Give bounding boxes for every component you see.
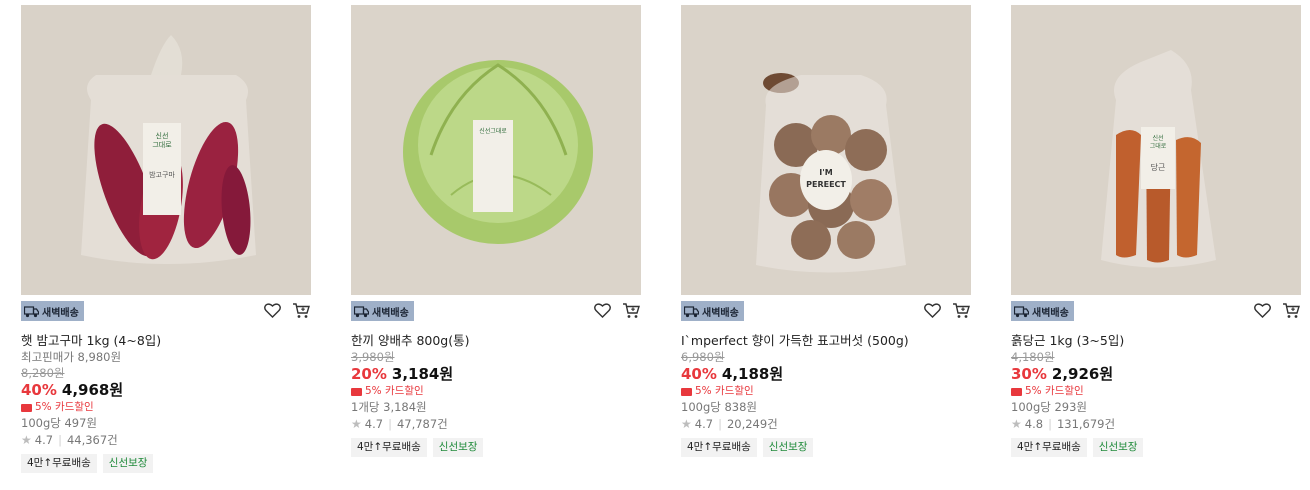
dawn-delivery-label: 새벽배송 [1032,307,1069,319]
divider: | [718,417,722,431]
product-name[interactable]: 흙당근 1kg (3~5입) [1011,332,1303,349]
lowest-price-label: 최고핀매가 8,980원 [21,350,122,364]
fresh-guarantee-tag: 신선보장 [1092,438,1144,457]
review-count: 131,679건 [1056,417,1116,431]
sale-price: 2,926원 [1051,365,1114,383]
product-card[interactable]: 신선 그대로 밤고구마 새벽배송 햇 밤고구마 1kg (4~8입) 최고핀매가… [21,5,313,473]
unit-price: 100g당 293원 [1011,400,1088,414]
original-price: 3,980원 [351,350,395,364]
star-icon: ★ [351,417,362,431]
discount-rate: 40% [21,381,57,399]
discount-rate: 20% [351,365,387,383]
truck-icon [1013,305,1030,318]
label-lettering: 그대로 [1150,142,1167,150]
card-discount: 5% 카드할인 [1025,385,1084,397]
truck-icon [23,305,40,318]
free-shipping-tag: 4만↑무료배송 [351,438,427,457]
star-icon: ★ [1011,417,1022,431]
fresh-guarantee-tag: 신선보장 [102,454,154,473]
heart-icon[interactable] [923,301,942,320]
dawn-delivery-label: 새벽배송 [372,307,409,319]
card-icon [681,387,692,396]
dawn-delivery-label: 새벽배송 [702,307,739,319]
cart-icon[interactable] [1282,301,1301,320]
cart-icon[interactable] [292,301,311,320]
product-grid: 신선 그대로 밤고구마 새벽배송 햇 밤고구마 1kg (4~8입) 최고핀매가… [0,0,1310,490]
heart-icon[interactable] [593,301,612,320]
dawn-delivery-badge: 새벽배송 [681,301,744,321]
label-lettering: 밤고구마 [149,170,175,179]
truck-icon [683,305,700,318]
sale-price: 4,968원 [61,381,124,399]
original-price: 8,280원 [21,366,65,380]
card-icon [1011,387,1022,396]
sale-price: 4,188원 [721,365,784,383]
free-shipping-tag: 4만↑무료배송 [21,454,97,473]
label-lettering: 신선 [156,131,169,140]
review-count: 47,787건 [396,417,448,431]
truck-icon [353,305,370,318]
product-image-sweet-potato[interactable]: 신선 그대로 밤고구마 [21,5,311,295]
rating-value: 4.7 [34,433,54,447]
product-card[interactable]: I'M PEREECT 새벽배송 I`mperfect 향이 가득한 표고버섯 … [681,5,973,457]
divider: | [58,433,62,447]
dawn-delivery-badge: 새벽배송 [1011,301,1074,321]
free-shipping-tag: 4만↑무료배송 [681,438,757,457]
product-name[interactable]: I`mperfect 향이 가득한 표고버섯 (500g) [681,332,973,349]
card-icon [351,387,362,396]
label-lettering: 신선그대로 [479,127,507,135]
rating-value: 4.7 [694,417,714,431]
label-lettering: 신선 [1152,134,1163,142]
dawn-delivery-badge: 새벽배송 [351,301,414,321]
card-discount: 5% 카드할인 [35,401,94,413]
rating-value: 4.8 [1024,417,1044,431]
heart-icon[interactable] [1253,301,1272,320]
product-name[interactable]: 한끼 양배추 800g(통) [351,332,643,349]
fresh-guarantee-tag: 신선보장 [432,438,484,457]
sale-price: 3,184원 [391,365,454,383]
dawn-delivery-label: 새벽배송 [42,307,79,319]
label-lettering: 당근 [1151,162,1166,172]
divider: | [1048,417,1052,431]
original-price: 6,980원 [681,350,725,364]
discount-rate: 30% [1011,365,1047,383]
fresh-guarantee-tag: 신선보장 [762,438,814,457]
free-shipping-tag: 4만↑무료배송 [1011,438,1087,457]
discount-rate: 40% [681,365,717,383]
original-price: 4,180원 [1011,350,1055,364]
product-image-cabbage[interactable]: 신선그대로 [351,5,641,295]
product-image-shiitake[interactable]: I'M PEREECT [681,5,971,295]
card-discount: 5% 카드할인 [695,385,754,397]
product-image-carrot[interactable]: 신선 그대로 당근 [1011,5,1301,295]
label-lettering: PEREECT [806,180,846,189]
product-name[interactable]: 햇 밤고구마 1kg (4~8입) [21,332,313,349]
product-card[interactable]: 신선그대로 새벽배송 한끼 양배추 800g(통) 3,980원 20% 3,1… [351,5,643,457]
label-lettering: I'M [819,168,832,177]
cart-icon[interactable] [952,301,971,320]
unit-price: 100g당 497원 [21,416,98,430]
star-icon: ★ [681,417,692,431]
card-icon [21,403,32,412]
heart-icon[interactable] [263,301,282,320]
label-lettering: 그대로 [152,141,172,149]
divider: | [388,417,392,431]
unit-price: 100g당 838원 [681,400,758,414]
review-count: 44,367건 [66,433,118,447]
card-discount: 5% 카드할인 [365,385,424,397]
product-card[interactable]: 신선 그대로 당근 새벽배송 흙당근 1kg (3~5입) 4,180원 30%… [1011,5,1303,457]
rating-value: 4.7 [364,417,384,431]
unit-price: 1개당 3,184원 [351,400,427,414]
dawn-delivery-badge: 새벽배송 [21,301,84,321]
star-icon: ★ [21,433,32,447]
cart-icon[interactable] [622,301,641,320]
review-count: 20,249건 [726,417,778,431]
